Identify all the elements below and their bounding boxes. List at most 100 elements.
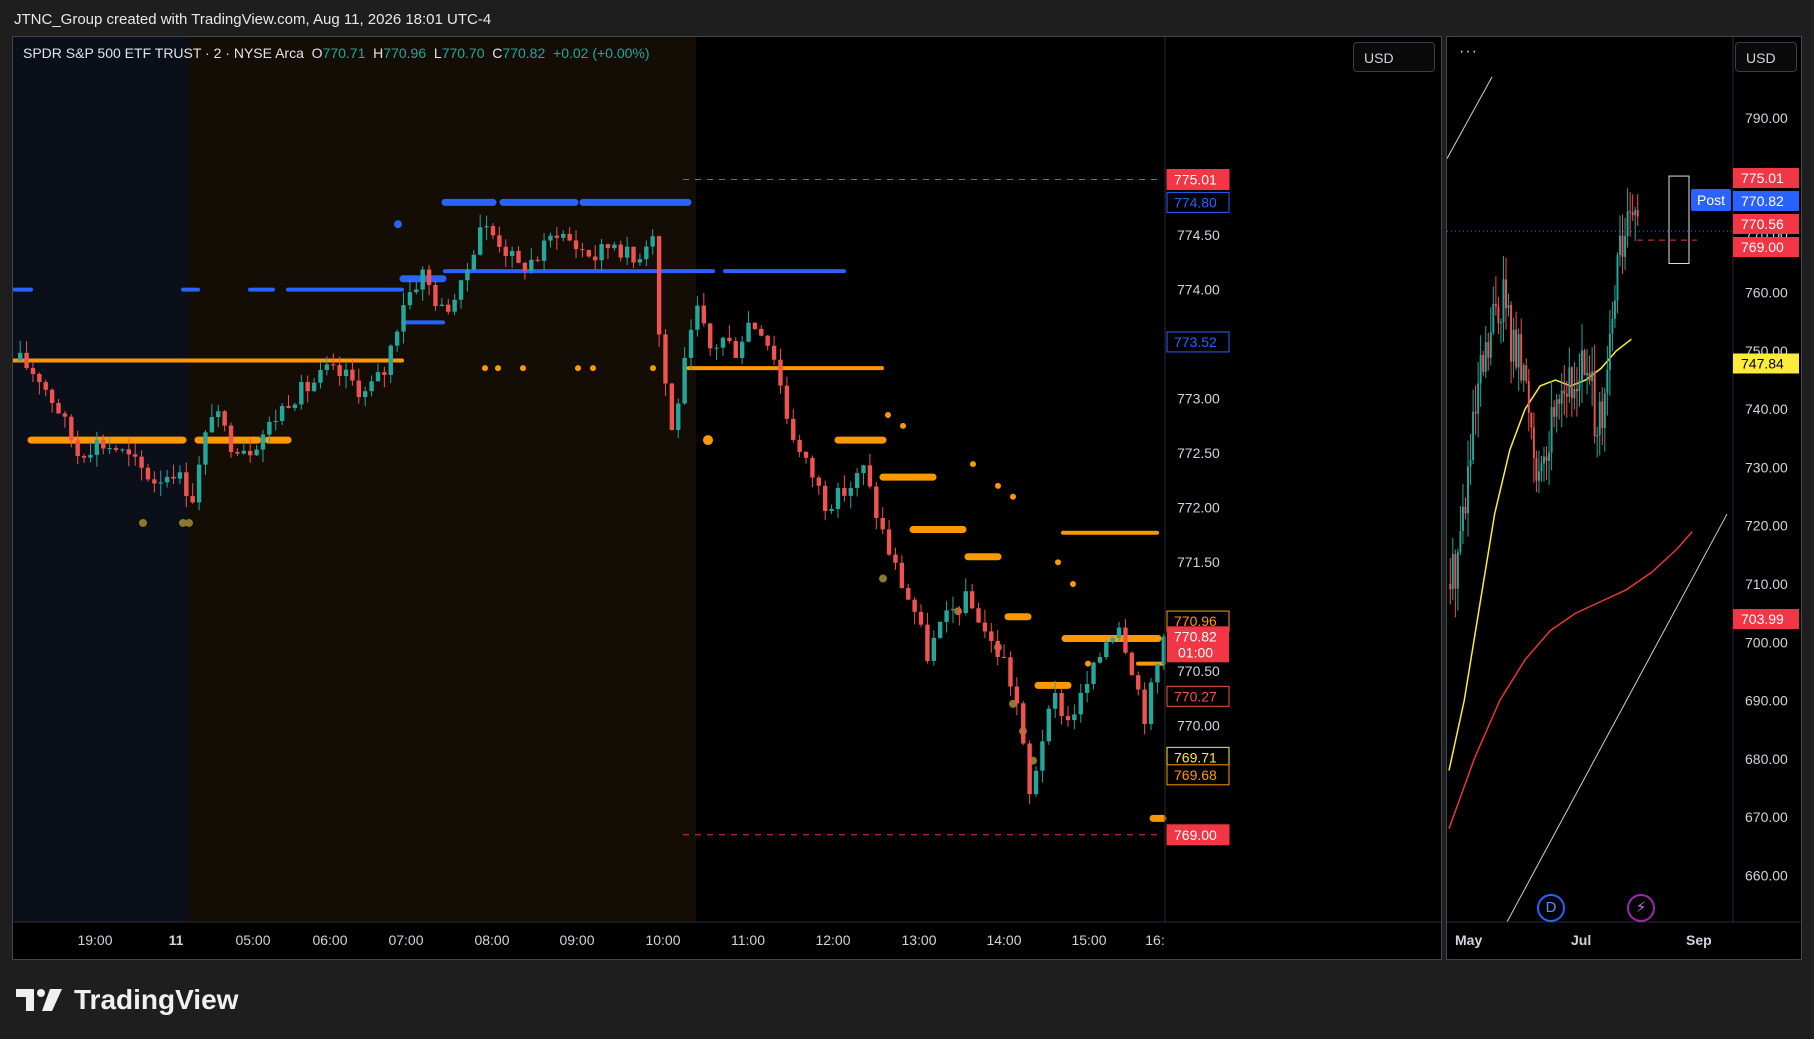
candle-body xyxy=(874,486,879,519)
candle-body xyxy=(471,254,476,270)
mini-candle-body xyxy=(1626,211,1629,237)
mini-candle-body xyxy=(1560,390,1563,404)
more-options-icon[interactable]: ··· xyxy=(1459,43,1478,61)
dividend-icon[interactable]: D xyxy=(1537,894,1565,922)
price-label-yellow-text: 769.71 xyxy=(1174,749,1217,765)
mini-candle-body xyxy=(1545,456,1548,461)
indicator-dot xyxy=(650,365,656,372)
candle-body xyxy=(631,246,636,263)
mini-candle-body xyxy=(1461,506,1464,531)
candle-body xyxy=(835,487,841,509)
candle-body xyxy=(944,610,949,622)
candle-body xyxy=(759,328,764,336)
candle-body xyxy=(184,472,189,497)
candle-body xyxy=(305,381,310,392)
candle-body xyxy=(292,404,298,408)
candle-body xyxy=(695,305,700,330)
candle-body xyxy=(893,554,898,563)
earnings-flash-icon[interactable]: ⚡ xyxy=(1627,894,1655,922)
currency-button-mini[interactable]: USD xyxy=(1735,42,1797,72)
candle-body xyxy=(548,235,553,241)
candle-body xyxy=(1136,675,1141,690)
candle-body xyxy=(356,380,361,398)
candle-body xyxy=(624,246,630,258)
price-label-high: 775.01 xyxy=(1166,168,1230,190)
candle-body xyxy=(1027,743,1032,795)
candle-body xyxy=(848,487,853,496)
mini-candle-body xyxy=(1467,466,1469,514)
indicator-dot xyxy=(1055,559,1061,566)
candle-body xyxy=(995,640,1000,657)
candle-body xyxy=(778,359,783,386)
mini-y-tick-label: 660.00 xyxy=(1745,867,1788,883)
candle-body xyxy=(18,352,23,361)
mini-candle-body xyxy=(1613,300,1616,319)
candle-body xyxy=(816,477,821,486)
candle-body xyxy=(1148,682,1154,725)
candle-body xyxy=(963,591,968,614)
main-chart-panel[interactable]: 770.00770.50771.00771.50772.00772.50773.… xyxy=(12,36,1442,960)
price-label-low-text: 769.00 xyxy=(1174,827,1217,843)
channel-line-lower xyxy=(1506,513,1728,923)
candle-body xyxy=(676,403,681,430)
mini-candle-body xyxy=(1603,393,1606,429)
candle-body xyxy=(337,365,342,377)
mini-candle-body xyxy=(1512,329,1515,362)
y-tick-label: 772.00 xyxy=(1177,500,1220,516)
price-label-blue-upper-text: 774.80 xyxy=(1174,194,1217,210)
mini-candle-body xyxy=(1477,383,1480,414)
mini-range-box xyxy=(1668,175,1690,264)
candle-body xyxy=(279,405,285,421)
candle-body xyxy=(593,256,598,261)
high-label: H xyxy=(373,45,384,61)
candle-body xyxy=(107,448,112,450)
mini-candle-body xyxy=(1469,460,1472,467)
candle-body xyxy=(452,299,457,312)
mini-label-low-text: 769.00 xyxy=(1741,239,1784,255)
mini-candle-body xyxy=(1454,554,1457,589)
tradingview-wordmark: TradingView xyxy=(74,984,239,1015)
candle-body xyxy=(746,322,751,342)
candle-body xyxy=(1014,686,1020,704)
currency-button[interactable]: USD xyxy=(1353,42,1435,72)
candle-body xyxy=(810,457,815,478)
price-label-red: 770.27 xyxy=(1166,685,1230,707)
candle-body xyxy=(1072,714,1077,721)
main-chart-svg[interactable]: 770.00770.50771.00771.50772.00772.50773.… xyxy=(13,37,1441,959)
mini-chart-panel[interactable]: 660.00 670.00 680.00 690.00 700.00 710.00 720.… xyxy=(1446,36,1802,960)
mini-candle-body xyxy=(1601,401,1604,429)
candle-body xyxy=(216,411,221,418)
candle-body xyxy=(554,235,560,238)
candle-body xyxy=(1129,652,1135,676)
candle-body xyxy=(196,464,202,503)
candle-body xyxy=(420,269,425,290)
candle-body xyxy=(94,439,100,455)
candle-body xyxy=(771,345,777,360)
candle-body xyxy=(1046,708,1051,742)
candle-body xyxy=(982,622,988,632)
candle-body xyxy=(433,285,438,306)
change-value: +0.02 (+0.00%) xyxy=(553,45,650,61)
mini-candle-body xyxy=(1522,365,1525,381)
candle-body xyxy=(299,381,304,405)
candle-body xyxy=(407,292,413,306)
candle-body xyxy=(1033,770,1039,795)
mini-chart-svg[interactable]: 660.00 670.00 680.00 690.00 700.00 710.00 720.… xyxy=(1447,37,1801,959)
tradingview-brand: TradingView xyxy=(14,982,238,1018)
indicator-dot xyxy=(495,365,501,372)
candle-body xyxy=(969,591,975,609)
mini-candle-body xyxy=(1558,399,1561,404)
mini-candle-body xyxy=(1611,318,1614,334)
x-tick-label: 14:00 xyxy=(986,932,1021,948)
candle-body xyxy=(113,448,119,450)
candle-body xyxy=(81,456,87,458)
mini-candle-body xyxy=(1548,452,1551,461)
mini-label-high-text: 775.01 xyxy=(1741,170,1784,186)
mini-y-tick-label: 710.00 xyxy=(1745,576,1788,592)
mini-candle-body xyxy=(1588,372,1591,381)
mini-candle-body xyxy=(1494,303,1497,307)
candle-body xyxy=(439,304,445,306)
mini-y-tick-label: 760.00 xyxy=(1745,285,1788,301)
x-tick-label: 07:00 xyxy=(388,932,423,948)
indicator-dot xyxy=(970,461,976,468)
